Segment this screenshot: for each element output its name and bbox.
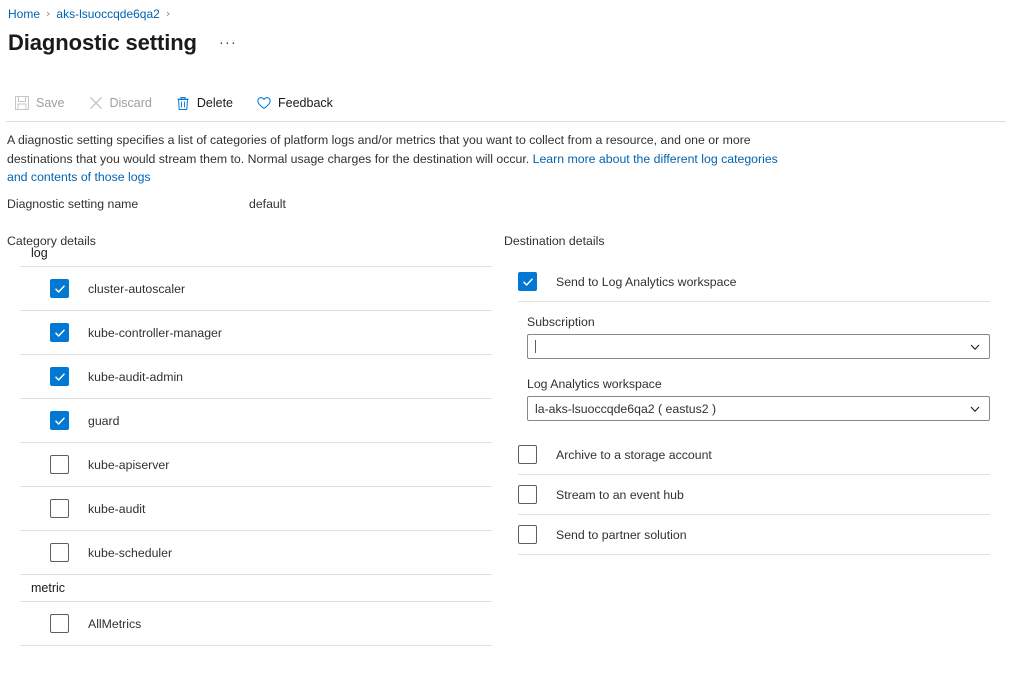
category-label: AllMetrics xyxy=(88,616,142,631)
checkmark-icon xyxy=(54,328,65,337)
checkbox-send-to-partner-solution[interactable] xyxy=(518,525,537,544)
close-icon xyxy=(88,95,104,111)
destination-label: Archive to a storage account xyxy=(556,447,712,462)
log-analytics-workspace-value: la-aks-lsuoccqde6qa2 ( eastus2 ) xyxy=(535,401,717,416)
diagnostic-setting-name-value: default xyxy=(249,197,286,211)
checkbox-archive-to-storage-account[interactable] xyxy=(518,445,537,464)
destination-row-partner-solution[interactable]: Send to partner solution xyxy=(518,515,990,555)
command-bar: Save Discard Delete Feedback xyxy=(14,92,356,114)
checkbox-cluster-autoscaler[interactable] xyxy=(50,279,69,298)
checkbox-guard[interactable] xyxy=(50,411,69,430)
checkbox-kube-apiserver[interactable] xyxy=(50,455,69,474)
chevron-down-icon xyxy=(970,344,980,350)
breadcrumb-separator-icon: › xyxy=(46,7,51,20)
category-row-kube-scheduler[interactable]: kube-scheduler xyxy=(20,531,492,575)
checkbox-send-to-log-analytics[interactable] xyxy=(518,272,537,291)
breadcrumb: Home › aks-lsuoccqde6qa2 › xyxy=(8,6,170,22)
feedback-label: Feedback xyxy=(278,96,333,110)
checkbox-allmetrics[interactable] xyxy=(50,614,69,633)
category-label: kube-apiserver xyxy=(88,457,170,472)
delete-button[interactable]: Delete xyxy=(175,92,244,114)
toolbar-divider xyxy=(6,121,1006,122)
checkbox-kube-audit-admin[interactable] xyxy=(50,367,69,386)
diagnostic-setting-page: Home › aks-lsuoccqde6qa2 › Diagnostic se… xyxy=(0,0,1010,681)
destination-row-event-hub[interactable]: Stream to an event hub xyxy=(518,475,990,515)
breadcrumb-item-resource[interactable]: aks-lsuoccqde6qa2 xyxy=(56,6,159,22)
log-analytics-fields: Subscription Log Analytics workspace la-… xyxy=(518,302,990,435)
log-analytics-workspace-label: Log Analytics workspace xyxy=(527,377,662,391)
delete-label: Delete xyxy=(196,96,234,110)
checkmark-icon xyxy=(54,372,65,381)
checkmark-icon xyxy=(54,284,65,293)
checkmark-icon xyxy=(54,416,65,425)
destination-label: Send to partner solution xyxy=(556,527,687,542)
trash-icon xyxy=(175,95,191,111)
destination-panel: Send to Log Analytics workspace Subscrip… xyxy=(518,262,990,555)
destination-details-heading: Destination details xyxy=(504,234,605,248)
more-options-icon[interactable]: ··· xyxy=(219,35,237,50)
category-row-cluster-autoscaler[interactable]: cluster-autoscaler xyxy=(20,267,492,311)
checkbox-kube-controller-manager[interactable] xyxy=(50,323,69,342)
category-label: kube-audit-admin xyxy=(88,369,184,384)
breadcrumb-item-home[interactable]: Home xyxy=(8,6,40,22)
page-title: Diagnostic setting xyxy=(8,30,197,55)
category-row-kube-apiserver[interactable]: kube-apiserver xyxy=(20,443,492,487)
destination-label: Stream to an event hub xyxy=(556,487,684,502)
feedback-button[interactable]: Feedback xyxy=(256,92,344,114)
destination-label: Send to Log Analytics workspace xyxy=(556,274,737,289)
title-row: Diagnostic setting ··· xyxy=(8,28,237,58)
category-row-guard[interactable]: guard xyxy=(20,399,492,443)
destination-row-storage-account[interactable]: Archive to a storage account xyxy=(518,435,990,475)
description-text: A diagnostic setting specifies a list of… xyxy=(7,131,797,187)
subscription-dropdown[interactable] xyxy=(527,334,990,359)
checkbox-kube-scheduler[interactable] xyxy=(50,543,69,562)
breadcrumb-separator-icon: › xyxy=(165,7,171,20)
diagnostic-setting-name-label: Diagnostic setting name xyxy=(7,197,139,211)
category-group-header-log: log xyxy=(20,240,492,267)
category-group-header-metric: metric xyxy=(20,575,492,602)
checkbox-kube-audit[interactable] xyxy=(50,499,69,518)
category-row-allmetrics[interactable]: AllMetrics xyxy=(20,602,492,646)
checkbox-stream-to-event-hub[interactable] xyxy=(518,485,537,504)
checkmark-icon xyxy=(522,277,533,286)
log-analytics-workspace-dropdown[interactable]: la-aks-lsuoccqde6qa2 ( eastus2 ) xyxy=(527,396,990,421)
discard-button[interactable]: Discard xyxy=(88,92,163,114)
category-row-kube-audit-admin[interactable]: kube-audit-admin xyxy=(20,355,492,399)
category-label: kube-scheduler xyxy=(88,545,173,560)
diagnostic-setting-name-row: Diagnostic setting name default xyxy=(7,196,607,213)
save-label: Save xyxy=(36,96,65,110)
save-button[interactable]: Save xyxy=(14,92,76,114)
subscription-label: Subscription xyxy=(527,315,595,329)
category-list: log cluster-autoscaler kube-controller-m… xyxy=(20,240,492,646)
category-label: kube-controller-manager xyxy=(88,325,222,340)
category-label: cluster-autoscaler xyxy=(88,281,186,296)
category-label: guard xyxy=(88,413,120,428)
text-cursor xyxy=(535,340,536,353)
chevron-down-icon xyxy=(970,406,980,412)
save-icon xyxy=(14,95,30,111)
category-row-kube-controller-manager[interactable]: kube-controller-manager xyxy=(20,311,492,355)
discard-label: Discard xyxy=(109,96,152,110)
destination-row-log-analytics[interactable]: Send to Log Analytics workspace xyxy=(518,262,990,302)
category-label: kube-audit xyxy=(88,501,146,516)
category-row-kube-audit[interactable]: kube-audit xyxy=(20,487,492,531)
heart-icon xyxy=(256,95,272,111)
